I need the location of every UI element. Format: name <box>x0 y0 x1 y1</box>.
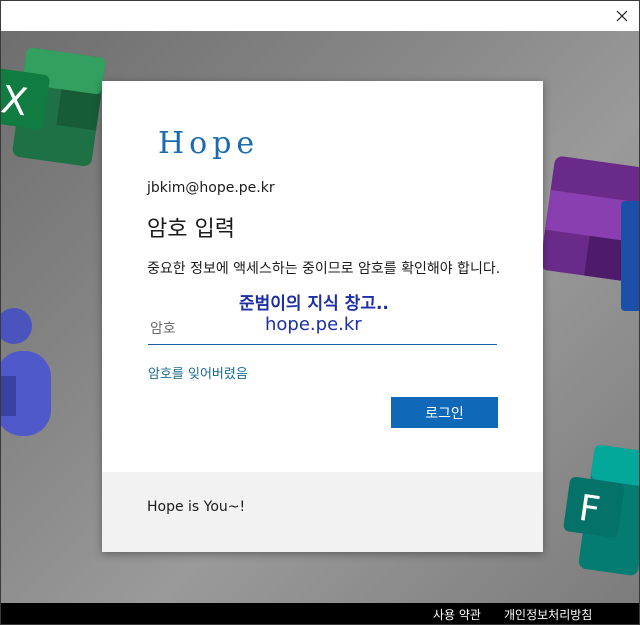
watermark-url: hope.pe.kr <box>265 314 362 335</box>
close-button[interactable] <box>611 5 633 27</box>
hope-logo: Hope <box>158 126 260 161</box>
dialog-footer: Hope is You~! <box>102 472 543 552</box>
teams-tile-icon <box>1 308 51 436</box>
privacy-link[interactable]: 개인정보처리방침 <box>504 606 592 623</box>
sign-in-dialog: Hope jbkim@hope.pe.kr 암호 입력 중요한 정보에 액세스하… <box>102 81 543 552</box>
page-title: 암호 입력 <box>147 217 235 242</box>
word-tile-icon <box>621 201 639 311</box>
forms-tile-icon: F <box>563 445 639 576</box>
account-email: jbkim@hope.pe.kr <box>147 180 275 196</box>
watermark-text: 준범이의 지식 창고.. <box>239 294 389 314</box>
title-bar <box>1 1 639 31</box>
close-icon <box>616 10 628 22</box>
footer-bar: 사용 약관 개인정보처리방침 <box>1 603 639 624</box>
footer-message: Hope is You~! <box>147 499 246 515</box>
forgot-password-link[interactable]: 암호를 잊어버렸음 <box>148 363 248 382</box>
login-button[interactable]: 로그인 <box>391 397 498 428</box>
terms-link[interactable]: 사용 약관 <box>433 606 481 623</box>
excel-tile-icon: X <box>1 47 106 167</box>
description-text: 중요한 정보에 액세스하는 중이므로 암호를 확인해야 합니다. <box>147 261 501 277</box>
